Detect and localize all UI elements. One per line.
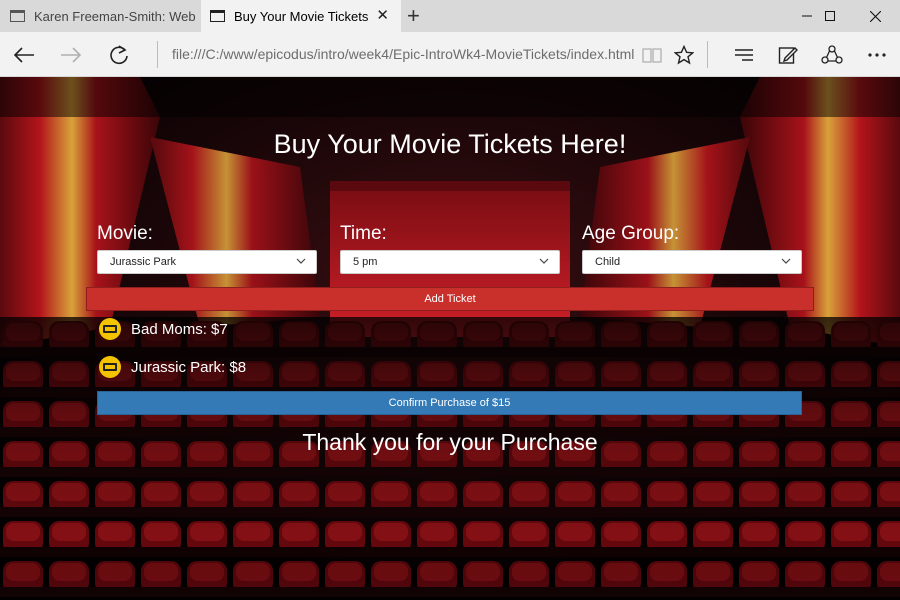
share-icon[interactable] [819,32,845,77]
nav-divider [707,41,708,68]
nav-divider [157,41,158,68]
address-bar[interactable]: file:///C:/www/epicodus/intro/week4/Epic… [172,32,634,77]
browser-navbar: file:///C:/www/epicodus/intro/week4/Epic… [0,32,900,77]
time-select-value: 5 pm [353,256,378,268]
more-icon[interactable] [864,32,890,77]
web-page: Buy Your Movie Tickets Here! Movie: Jura… [0,77,900,600]
ticket-form: Buy Your Movie Tickets Here! Movie: Jura… [0,77,900,600]
window-close-icon[interactable] [852,0,898,32]
browser-titlebar: Karen Freeman-Smith: Web Buy Your Movie … [0,0,900,32]
movie-select[interactable]: Jurassic Park [97,250,317,274]
tab-karen-freeman-smith[interactable]: Karen Freeman-Smith: Web [0,0,200,32]
tab-page-icon [210,10,225,22]
time-select[interactable]: 5 pm [340,250,560,274]
plus-icon[interactable]: + [407,5,420,27]
chevron-down-icon [781,258,791,264]
age-group-select[interactable]: Child [582,250,802,274]
thank-you-message: Thank you for your Purchase [302,429,598,455]
ticket-text: Jurassic Park: $8 [131,358,247,376]
close-icon[interactable]: ✕ [376,8,389,24]
add-ticket-button[interactable]: Add Ticket [86,287,814,311]
forward-arrow-icon[interactable] [55,32,87,77]
ticket-text: Bad Moms: $7 [131,320,228,338]
star-icon[interactable] [671,32,697,77]
age-group-label: Age Group: [582,223,680,244]
maximize-icon[interactable] [807,0,853,32]
movie-label: Movie: [97,223,153,244]
time-label: Time: [340,223,387,244]
tab-label: Buy Your Movie Tickets [234,8,369,24]
chevron-down-icon [296,258,306,264]
web-note-icon[interactable] [775,32,801,77]
chevron-down-icon [539,258,549,264]
ticket-list-item: Jurassic Park: $8 [98,354,246,380]
ticket-icon [99,318,121,340]
tab-label: Karen Freeman-Smith: Web [34,8,196,24]
tab-page-icon [10,10,25,22]
ticket-list-item: Bad Moms: $7 [98,316,228,342]
age-group-select-value: Child [595,256,621,268]
hub-icon[interactable] [731,32,757,77]
back-arrow-icon[interactable] [8,32,40,77]
page-title: Buy Your Movie Tickets Here! [273,129,627,159]
movie-select-value: Jurassic Park [110,256,177,268]
reading-view-icon[interactable] [639,32,665,77]
confirm-purchase-button[interactable]: Confirm Purchase of $15 [97,391,802,415]
tab-buy-movie-tickets[interactable]: Buy Your Movie Tickets ✕ [201,0,401,32]
refresh-icon[interactable] [103,32,135,77]
ticket-icon [99,356,121,378]
